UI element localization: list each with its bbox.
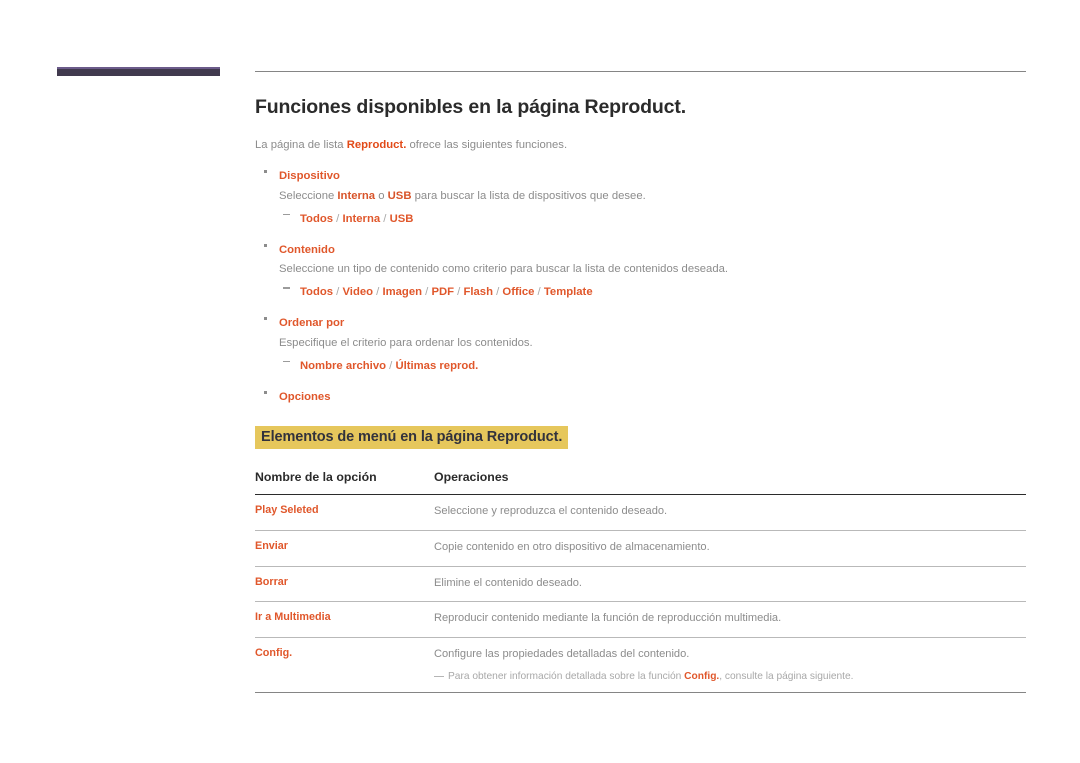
cell-option-name: Enviar: [255, 530, 432, 567]
footnote-dash-icon: [434, 676, 444, 678]
bullet-options-list: Nombre archivo / Últimas reprod.: [300, 360, 478, 372]
cell-operation-description: Copie contenido en otro dispositivo de a…: [432, 530, 1026, 567]
bullet-label-row: Contenido: [255, 237, 1026, 262]
bullet-label: Dispositivo: [279, 169, 340, 182]
table-row: Borrar Elimine el contenido deseado.: [255, 566, 1026, 603]
page-title: Funciones disponibles en la página Repro…: [255, 96, 686, 118]
bullet-options-row: Todos / Interna / USB: [255, 206, 1026, 230]
operation-description-text: Seleccione y reproduzca el contenido des…: [434, 505, 668, 518]
intro-paragraph: La página de lista Reproduct. ofrece las…: [255, 137, 1026, 153]
bullet-item: Contenido Seleccione un tipo de contenido…: [255, 237, 1026, 304]
bullet-dot-icon: [264, 317, 267, 321]
section-heading-container: Elementos de menú en la página Reproduct…: [255, 425, 1026, 450]
bullet-options-row: Nombre archivo / Últimas reprod.: [255, 353, 1026, 377]
option-separator: /: [380, 212, 390, 225]
cell-operation-description: Reproducir contenido mediante la función…: [432, 601, 1026, 638]
option-value: Office: [502, 286, 535, 299]
bullet-label: Ordenar por: [279, 317, 345, 330]
column-header-operations: Operaciones: [432, 470, 1026, 496]
option-value: Interna: [342, 212, 381, 225]
column-header-option-name: Nombre de la opción: [255, 470, 432, 496]
dash-marker-icon: [283, 360, 290, 363]
page-content: Funciones disponibles en la página Repro…: [255, 96, 1026, 694]
table-row: Ir a Multimedia Reproducir contenido medi…: [255, 601, 1026, 638]
intro-text-before: La página de lista: [255, 139, 347, 152]
header-accent-bar: [57, 67, 220, 76]
description-text: Seleccione: [279, 189, 338, 202]
bullet-description: Seleccione Interna o USB para buscar la …: [279, 188, 1026, 205]
bullet-description: Especifique el criterio para ordenar los…: [279, 335, 1026, 352]
bullet-description: Seleccione un tipo de contenido como cri…: [279, 261, 1026, 278]
option-value: PDF: [431, 286, 455, 299]
bullet-dot-icon: [264, 169, 267, 173]
operation-description-text: Reproducir contenido mediante la función…: [434, 612, 782, 625]
description-emphasis: Interna: [337, 189, 376, 202]
table-row: Config. Configure las propiedades detalla…: [255, 637, 1026, 694]
cell-option-name: Ir a Multimedia: [255, 601, 432, 638]
option-value: Todos: [300, 212, 334, 225]
operation-description-text: Configure las propiedades detalladas del…: [434, 647, 690, 660]
cell-option-name: Play Seleted: [255, 494, 432, 531]
bullet-options-row: Todos / Video / Imagen / PDF / Flash / O…: [255, 279, 1026, 303]
bullet-item: Ordenar por Especifique el criterio para …: [255, 310, 1026, 377]
option-value: Flash: [463, 286, 493, 299]
bullet-dot-icon: [264, 243, 267, 247]
option-value: Imagen: [382, 286, 423, 299]
features-bullet-list: Dispositivo Seleccione Interna o USB para…: [255, 163, 1026, 409]
dash-marker-icon: [283, 287, 290, 289]
operation-description-text: Elimine el contenido deseado.: [434, 576, 583, 589]
bullet-label: Contenido: [279, 243, 335, 256]
description-text: o: [375, 189, 388, 202]
bullet-label-row: Ordenar por: [255, 310, 1026, 335]
operation-description-text: Copie contenido en otro dispositivo de a…: [434, 540, 710, 553]
option-value: Video: [342, 286, 374, 299]
option-value: Todos: [300, 286, 334, 299]
table-head: Nombre de la opción Operaciones: [255, 470, 1026, 496]
section-heading-highlighted: Elementos de menú en la página Reproduct…: [255, 425, 569, 450]
table-header-row: Nombre de la opción Operaciones: [255, 470, 1026, 496]
bullet-label: Opciones: [279, 390, 331, 403]
bullet-options-list: Todos / Video / Imagen / PDF / Flash / O…: [300, 286, 593, 298]
table-body: Play Seleted Seleccione y reproduzca el c…: [255, 494, 1026, 694]
option-value: USB: [389, 212, 414, 225]
header-horizontal-rule: [255, 71, 1026, 72]
footnote-text-before: Para obtener información detallada sobre…: [448, 671, 685, 683]
bullet-item: Dispositivo Seleccione Interna o USB para…: [255, 163, 1026, 230]
menu-items-table: Nombre de la opción Operaciones Play Sel…: [255, 470, 1026, 694]
intro-text-after: ofrece las siguientes funciones.: [406, 139, 568, 152]
option-value: Template: [543, 286, 593, 299]
footnote-text-after: , consulte la página siguiente.: [719, 671, 854, 683]
intro-emphasis: Reproduct.: [346, 139, 407, 152]
cell-operation-description: Seleccione y reproduzca el contenido des…: [432, 494, 1026, 531]
option-value: Nombre archivo: [300, 359, 387, 372]
description-text: Especifique el criterio para ordenar los…: [279, 337, 533, 350]
cell-option-name: Config.: [255, 637, 432, 694]
description-emphasis: USB: [387, 189, 412, 202]
description-text: Seleccione un tipo de contenido como cri…: [279, 263, 729, 276]
footnote-emphasis: Config.: [684, 671, 720, 683]
dash-marker-icon: [283, 213, 290, 215]
bullet-label-row: Dispositivo: [255, 163, 1026, 188]
option-value: Últimas reprod.: [395, 359, 479, 372]
bullet-label-row: Opciones: [255, 384, 1026, 409]
bullet-options-list: Todos / Interna / USB: [300, 213, 413, 225]
option-separator: /: [492, 286, 503, 299]
bullet-dot-icon: [264, 390, 267, 394]
cell-operation-description: Elimine el contenido deseado.: [432, 566, 1026, 603]
cell-option-name: Borrar: [255, 566, 432, 603]
table-row: Play Seleted Seleccione y reproduzca el c…: [255, 494, 1026, 531]
table-footnote: Para obtener información detallada sobre…: [434, 670, 1026, 684]
bullet-item: Opciones: [255, 384, 1026, 409]
page-header-decoration: [0, 0, 1080, 80]
table-row: Enviar Copie contenido en otro dispositiv…: [255, 530, 1026, 567]
description-text: para buscar la lista de dispositivos que…: [411, 189, 646, 202]
option-separator: /: [534, 286, 544, 299]
cell-operation-description: Configure las propiedades detalladas del…: [432, 637, 1026, 694]
